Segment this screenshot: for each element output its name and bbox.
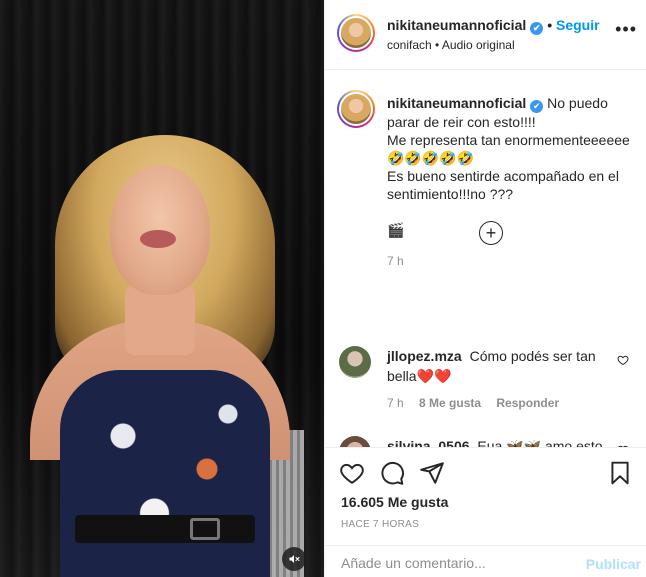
comment-likes[interactable]: 8 Me gusta (419, 396, 481, 410)
comment-composer: Publicar (325, 545, 646, 577)
video-subject-neck (125, 285, 195, 355)
post-sidebar: nikitaneumannoficial ✔ • Seguir conifach •… (324, 0, 646, 577)
commenter-username[interactable]: jllopez.mza (387, 348, 462, 364)
caption-body: nikitaneumannoficial ✔ No puedo parar de … (387, 94, 637, 239)
audio-label-link[interactable]: Audio original (442, 38, 515, 52)
instagram-post: nikitaneumannoficial ✔ • Seguir conifach •… (0, 0, 646, 577)
audio-author-link[interactable]: conifach (387, 38, 432, 52)
speaker-muted-icon (289, 555, 300, 563)
commenter-avatar[interactable] (339, 346, 371, 378)
comment-like-heart-icon[interactable] (617, 354, 629, 366)
video-subject-buckle (190, 518, 220, 540)
plus-circle-icon: + (485, 223, 497, 243)
separator-dot: • (547, 17, 553, 33)
bookmark-icon[interactable] (607, 460, 633, 486)
verified-badge-icon: ✔ (530, 22, 544, 35)
speech-bubble-icon[interactable] (379, 460, 405, 486)
post-timestamp: HACE 7 HORAS (341, 519, 420, 530)
publish-button[interactable]: Publicar (586, 556, 641, 572)
comment-time: 7 h (387, 396, 404, 410)
caption-author[interactable]: nikitaneumannoficial (387, 95, 526, 111)
audio-separator: • (435, 38, 440, 52)
author-username-header[interactable]: nikitaneumannoficial ✔ • (387, 17, 556, 35)
more-options-icon[interactable]: ••• (615, 20, 637, 38)
video-subject-mouth (140, 230, 176, 248)
caption-text: No puedo parar de reir con esto!!!! Me r… (387, 95, 630, 238)
video-subject-belt (75, 515, 255, 543)
caption-timestamp: 7 h (387, 254, 404, 268)
comment-body: jllopez.mza Cómo podés ser tan bella❤️❤️ (387, 346, 617, 386)
video-player[interactable] (0, 0, 324, 577)
heart-outline-icon[interactable] (339, 460, 365, 486)
audio-line: conifach • Audio original (387, 38, 515, 52)
mute-button[interactable] (282, 547, 306, 571)
post-header: nikitaneumannoficial ✔ • Seguir conifach •… (325, 0, 646, 70)
paper-plane-icon[interactable] (419, 460, 445, 486)
comment-meta: 7 h 8 Me gusta Responder (387, 396, 571, 410)
caption-author-avatar[interactable] (337, 90, 375, 128)
load-more-comments-button[interactable]: + (479, 221, 503, 245)
comment-input[interactable] (341, 552, 571, 574)
author-avatar[interactable] (337, 14, 375, 52)
follow-button[interactable]: Seguir (556, 17, 600, 33)
author-name[interactable]: nikitaneumannoficial (387, 17, 526, 33)
reply-button[interactable]: Responder (496, 396, 559, 410)
action-bar (325, 447, 646, 499)
verified-badge-icon: ✔ (530, 100, 544, 113)
like-count[interactable]: 16.605 Me gusta (341, 494, 448, 510)
video-subject-dress (60, 370, 270, 577)
